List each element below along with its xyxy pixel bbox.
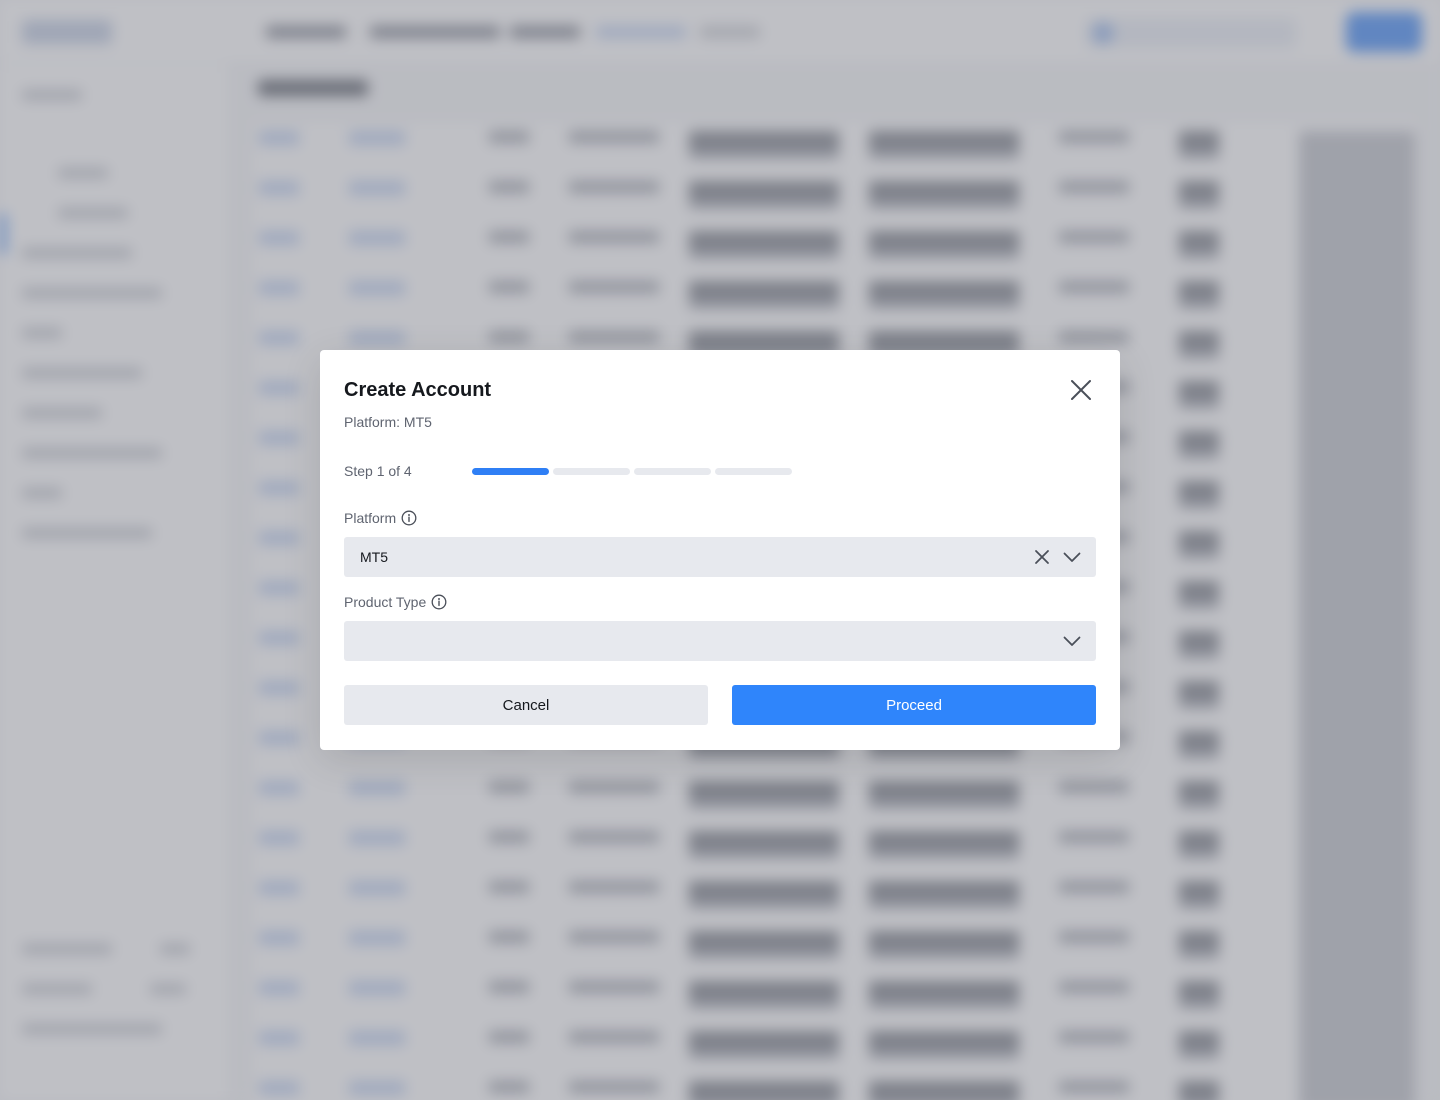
- info-icon[interactable]: [401, 510, 417, 526]
- info-icon[interactable]: [431, 594, 447, 610]
- dialog-subtitle: Platform: MT5: [344, 414, 432, 430]
- close-button[interactable]: [1068, 377, 1094, 403]
- create-account-dialog: Create Account Platform: MT5 Step 1 of 4…: [320, 350, 1120, 750]
- step-segment-2: [553, 467, 630, 475]
- chevron-down-icon[interactable]: [1062, 635, 1082, 647]
- dialog-actions: Cancel Proceed: [344, 685, 1096, 725]
- close-icon: [1071, 380, 1091, 400]
- step-label: Step 1 of 4: [344, 463, 412, 479]
- chevron-down-icon[interactable]: [1062, 551, 1082, 563]
- product-type-label-text: Product Type: [344, 594, 427, 610]
- step-segment-1: [472, 467, 549, 475]
- platform-label: Platform: [344, 509, 1096, 527]
- step-segment-3: [634, 467, 711, 475]
- step-progress: [472, 467, 792, 475]
- proceed-button[interactable]: Proceed: [732, 685, 1096, 725]
- platform-select[interactable]: MT5: [344, 537, 1096, 577]
- platform-label-text: Platform: [344, 510, 397, 526]
- step-segment-4: [715, 467, 792, 475]
- dialog-title: Create Account: [344, 379, 492, 401]
- platform-select-value: MT5: [360, 549, 388, 565]
- product-type-select[interactable]: [344, 621, 1096, 661]
- stepper: Step 1 of 4: [344, 461, 1096, 481]
- product-type-label: Product Type: [344, 593, 1096, 611]
- cancel-button[interactable]: Cancel: [344, 685, 708, 725]
- clear-icon[interactable]: [1034, 549, 1050, 565]
